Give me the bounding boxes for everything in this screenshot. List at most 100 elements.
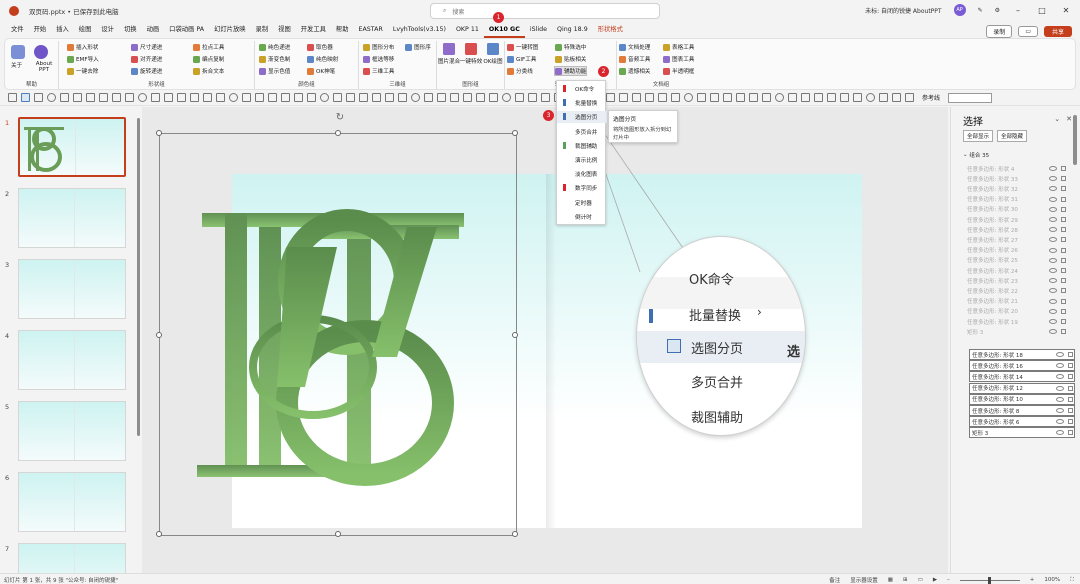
ribbon-item-1-8[interactable]: 拆合文本 (193, 67, 224, 75)
ribbon-item-1-4[interactable]: 对齐递进 (131, 55, 162, 63)
toolbar-icon[interactable] (86, 93, 95, 102)
about-icon[interactable] (11, 45, 25, 59)
toolbar-icon[interactable] (905, 93, 914, 102)
menu-tab-10[interactable]: 视图 (273, 22, 296, 38)
toolbar-icon[interactable] (671, 93, 680, 102)
eye-icon[interactable] (1049, 329, 1057, 335)
avatar[interactable]: AP (953, 4, 966, 16)
zoom-thumb[interactable] (987, 576, 991, 584)
slide-thumbnail[interactable] (18, 401, 126, 461)
lock-icon[interactable] (1068, 419, 1073, 425)
toolbar-icon[interactable] (99, 93, 108, 102)
zoom-in-icon[interactable]: + (1030, 577, 1035, 583)
fit-slide-icon[interactable]: ⛶ (1070, 577, 1074, 584)
ribbon-item-5-4[interactable]: 贴板相关 (555, 55, 586, 63)
resize-handle-se[interactable] (512, 531, 518, 537)
toolbar-icon[interactable] (853, 93, 862, 102)
eye-icon[interactable] (1049, 288, 1057, 294)
menu-tab-3[interactable]: 绘图 (74, 22, 97, 38)
slide-thumbnail[interactable] (18, 188, 126, 248)
toolbar-icon[interactable] (190, 93, 199, 102)
lock-icon[interactable] (1061, 176, 1066, 182)
toolbar-icon[interactable] (255, 93, 264, 102)
menu-tab-18[interactable]: Qing 18.9 (552, 22, 593, 38)
toolbar-icon[interactable] (749, 93, 758, 102)
toolbar-icon[interactable] (216, 93, 225, 102)
selection-row[interactable]: 任意多边形: 形状 16 (969, 360, 1075, 372)
ribbon-item-5-2[interactable]: 分类线 (507, 67, 533, 75)
lock-icon[interactable] (1068, 408, 1073, 413)
toolbar-icon[interactable] (515, 93, 524, 102)
slide-thumbnail[interactable] (18, 259, 126, 319)
ribbon-item-1-3[interactable]: 尺寸递进 (131, 43, 162, 51)
toolbar-icon[interactable] (762, 93, 771, 102)
ribbon-item-1-1[interactable]: EMF导入 (67, 55, 99, 63)
user-note[interactable]: 未标: 自闭的锐捷 AboutPPT (865, 6, 941, 15)
reference-line-label[interactable]: 参考线 (922, 93, 940, 102)
toolbar-icon[interactable] (411, 93, 420, 102)
toolbar-icon[interactable] (463, 93, 472, 102)
ribbon-item-4-0[interactable]: 图片混合 (438, 43, 460, 65)
selection-row[interactable]: 任意多边形: 形状 8 (969, 405, 1075, 416)
minimize-icon[interactable]: – (1012, 6, 1024, 15)
lock-icon[interactable] (1061, 237, 1066, 243)
toolbar-icon[interactable] (333, 93, 342, 102)
maximize-icon[interactable]: □ (1036, 6, 1048, 15)
menu-tab-15[interactable]: OKP 11 (451, 22, 484, 38)
toolbar-icon[interactable] (723, 93, 732, 102)
toolbar-icon[interactable] (528, 93, 537, 102)
lock-icon[interactable] (1061, 308, 1066, 314)
lock-icon[interactable] (1061, 278, 1066, 284)
eye-icon[interactable] (1049, 298, 1057, 304)
menu-tab-11[interactable]: 开发工具 (296, 22, 331, 38)
resize-handle-nw[interactable] (156, 130, 162, 136)
ribbon-item-5-0[interactable]: 一键转图 (507, 43, 538, 51)
menu-tab-19[interactable]: 形状格式 (593, 22, 628, 38)
show-all-button[interactable]: 全部显示 (963, 130, 994, 142)
lock-icon[interactable] (1061, 166, 1066, 171)
toolbar-icon[interactable] (151, 93, 160, 102)
lock-icon[interactable] (1068, 374, 1073, 380)
ribbon-item-6-2[interactable]: 遗憾相关 (619, 67, 650, 75)
toolbar-icon[interactable] (840, 93, 849, 102)
lock-icon[interactable] (1061, 268, 1066, 273)
toolbar-icon[interactable] (424, 93, 433, 102)
eye-icon[interactable] (1056, 430, 1064, 436)
toolbar-icon[interactable] (879, 93, 888, 102)
resize-handle-sw[interactable] (156, 531, 162, 537)
toolbar-icon[interactable] (359, 93, 368, 102)
toolbar-icon[interactable] (437, 93, 446, 102)
ribbon-item-4-2[interactable]: OK绘图 (483, 43, 503, 65)
toolbar-icon[interactable] (372, 93, 381, 102)
lock-icon[interactable] (1068, 352, 1073, 357)
toolbar-icon[interactable] (775, 93, 784, 102)
eye-icon[interactable] (1049, 247, 1057, 253)
eye-icon[interactable] (1056, 363, 1064, 369)
toolbar-icon[interactable] (814, 93, 823, 102)
zoom-level[interactable]: 100% (1044, 577, 1060, 583)
dropdown-item-4[interactable]: 裁图辅助 (557, 140, 607, 152)
thumbnail-scrollbar[interactable] (137, 118, 140, 436)
toolbar-icon[interactable] (606, 93, 615, 102)
toolbar-icon[interactable] (21, 93, 30, 102)
eye-icon[interactable] (1056, 419, 1064, 425)
rotate-handle-icon[interactable]: ↻ (334, 112, 346, 124)
selection-row[interactable]: 矩形 3 (969, 427, 1075, 439)
menu-tab-12[interactable]: 帮助 (331, 22, 354, 38)
resize-handle-ne[interactable] (512, 130, 518, 136)
toolbar-icon[interactable] (281, 93, 290, 102)
ribbon-item-1-0[interactable]: 插入形状 (67, 43, 98, 51)
pen-icon[interactable]: ✎ (978, 7, 983, 14)
lock-icon[interactable] (1068, 430, 1073, 436)
ribbon-item-3-0[interactable]: 图形分布 (363, 43, 394, 51)
lock-icon[interactable] (1061, 329, 1066, 335)
menu-tab-1[interactable]: 开始 (29, 22, 52, 38)
eye-icon[interactable] (1049, 186, 1057, 192)
lock-icon[interactable] (1061, 247, 1066, 253)
eye-icon[interactable] (1049, 257, 1057, 263)
ribbon-item-2-1[interactable]: 渐变色制 (259, 55, 290, 63)
lock-icon[interactable] (1068, 396, 1073, 402)
eye-icon[interactable] (1056, 374, 1064, 380)
toolbar-icon[interactable] (73, 93, 82, 102)
ribbon-item-2-0[interactable]: 纯色递进 (259, 43, 290, 51)
